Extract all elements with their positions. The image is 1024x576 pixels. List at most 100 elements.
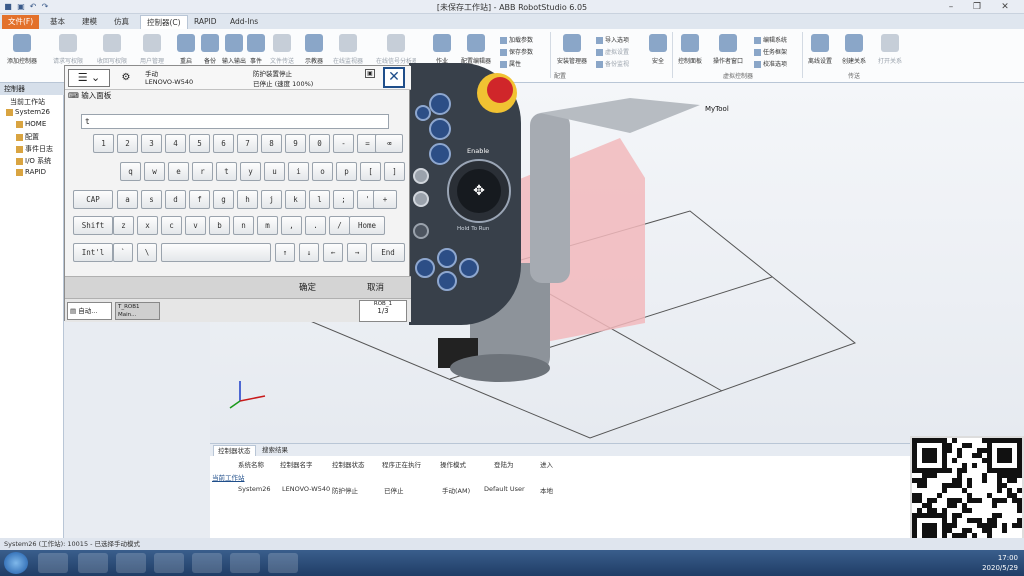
plus-key[interactable]: + xyxy=(373,190,397,209)
home-key[interactable]: Home xyxy=(349,216,385,235)
key-v[interactable]: v xyxy=(185,216,206,235)
hw-side-button-1[interactable] xyxy=(413,168,429,184)
open-relation-button[interactable]: 打开关系 xyxy=(870,32,910,72)
key-d[interactable]: d xyxy=(165,190,186,209)
clock[interactable]: 17:00 2020/5/29 xyxy=(982,553,1018,573)
up-arrow-key[interactable]: ↑ xyxy=(275,243,295,262)
task-trob1[interactable]: T_ROB1 Main... xyxy=(115,302,160,320)
joystick[interactable]: ✥ xyxy=(447,159,511,223)
key-b[interactable]: b xyxy=(209,216,230,235)
col-access[interactable]: 进入 xyxy=(540,459,553,469)
save-params-button[interactable]: 保存参数 xyxy=(500,47,533,57)
key-y[interactable]: y xyxy=(240,162,261,181)
tree-home[interactable]: HOME xyxy=(16,120,46,131)
key-q[interactable]: q xyxy=(120,162,141,181)
calibrate-button[interactable]: 校准选项 xyxy=(754,59,787,69)
backtick-key[interactable]: ` xyxy=(113,243,133,262)
key-x[interactable]: x xyxy=(137,216,158,235)
load-params-button[interactable]: 加载参数 xyxy=(500,35,533,45)
browser-app-icon[interactable] xyxy=(116,553,146,573)
key-3[interactable]: 3 xyxy=(141,134,162,153)
cancel-button[interactable]: 取消 xyxy=(343,277,408,299)
key-c[interactable]: c xyxy=(161,216,182,235)
tree-rapid[interactable]: RAPID xyxy=(16,168,46,179)
col-program-running[interactable]: 程序正在执行 xyxy=(382,459,421,469)
tree-event-log[interactable]: 事件日志 xyxy=(16,144,53,155)
down-arrow-key[interactable]: ↓ xyxy=(299,243,319,262)
restore-icon[interactable]: ❐ xyxy=(966,0,988,14)
tab-modeling[interactable]: 建模 xyxy=(76,15,103,29)
key-8[interactable]: 8 xyxy=(261,134,282,153)
key-f[interactable]: f xyxy=(189,190,210,209)
col-controller-status[interactable]: 控制器状态 xyxy=(332,459,365,469)
tab-simulation[interactable]: 仿真 xyxy=(108,15,135,29)
key-n[interactable]: n xyxy=(233,216,254,235)
task-auto[interactable]: ▤ 自动... xyxy=(67,302,112,320)
key-p[interactable]: p xyxy=(336,162,357,181)
hw-side-button-2[interactable] xyxy=(413,191,429,207)
virtual-settings-button[interactable]: 虚拟设置 xyxy=(596,47,629,57)
tree-current-station[interactable]: 当前工作站 xyxy=(10,97,45,108)
tab-file[interactable]: 文件(F) xyxy=(2,15,40,29)
key-9[interactable]: 9 xyxy=(285,134,306,153)
backup-monitor-button[interactable]: 备份监视 xyxy=(596,59,629,69)
col-controller-name[interactable]: 控制器名字 xyxy=(280,459,313,469)
minimize-icon[interactable]: – xyxy=(940,0,962,14)
key-m[interactable]: m xyxy=(257,216,278,235)
key-2[interactable]: 2 xyxy=(117,134,138,153)
key-6[interactable]: 6 xyxy=(213,134,234,153)
caps-key[interactable]: CAP xyxy=(73,190,113,209)
stop-icon[interactable] xyxy=(437,271,457,291)
key-w[interactable]: w xyxy=(144,162,165,181)
tab-search-results[interactable]: 搜索结果 xyxy=(258,445,292,456)
add-controller-button[interactable]: 添加控制器 xyxy=(2,32,42,72)
play-icon[interactable] xyxy=(437,248,457,268)
end-key[interactable]: End xyxy=(371,243,405,262)
menu-button[interactable]: ☰ ⌄ xyxy=(68,69,110,87)
key-i[interactable]: i xyxy=(288,162,309,181)
key-][interactable]: ] xyxy=(384,162,405,181)
control-panel-button[interactable]: 控制面板 xyxy=(670,32,710,72)
ok-button[interactable]: 确定 xyxy=(275,277,340,299)
right-arrow-key[interactable]: → xyxy=(347,243,367,262)
start-icon[interactable] xyxy=(4,552,28,574)
col-operating-mode[interactable]: 操作模式 xyxy=(440,459,466,469)
tab-addins[interactable]: Add-Ins xyxy=(224,15,264,29)
key-5[interactable]: 5 xyxy=(189,134,210,153)
edit-system-button[interactable]: 编辑系统 xyxy=(754,35,787,45)
key-;[interactable]: ; xyxy=(333,190,354,209)
key-e[interactable]: e xyxy=(168,162,189,181)
key-4[interactable]: 4 xyxy=(165,134,186,153)
hw-button-3[interactable] xyxy=(415,105,431,121)
key-1[interactable]: 1 xyxy=(93,134,114,153)
pdf-app-icon[interactable] xyxy=(38,553,68,573)
hw-side-button-3[interactable] xyxy=(413,223,429,239)
text-input[interactable]: t xyxy=(81,114,389,129)
key-/[interactable]: / xyxy=(329,216,350,235)
create-relation-button[interactable]: 创建关系 xyxy=(834,32,874,72)
tab-rapid[interactable]: RAPID xyxy=(188,15,223,29)
key--[interactable]: - xyxy=(333,134,354,153)
emergency-stop-button[interactable] xyxy=(487,77,513,103)
step-forward-icon[interactable] xyxy=(459,258,479,278)
tree-system[interactable]: System26 xyxy=(6,108,50,119)
properties-button[interactable]: 属性 xyxy=(500,59,521,69)
hw-button-2[interactable] xyxy=(429,118,451,140)
col-logged-in-as[interactable]: 登陆为 xyxy=(494,459,514,469)
key-.[interactable]: . xyxy=(305,216,326,235)
robotstudio-app-icon[interactable] xyxy=(192,553,222,573)
key-l[interactable]: l xyxy=(309,190,330,209)
key-g[interactable]: g xyxy=(213,190,234,209)
folder-app-icon[interactable] xyxy=(230,553,260,573)
tab-controller[interactable]: 控制器(C) xyxy=(140,15,188,29)
key-0[interactable]: 0 xyxy=(309,134,330,153)
key-j[interactable]: j xyxy=(261,190,282,209)
quickset-button[interactable]: ROB_1 1/3 xyxy=(359,300,407,322)
close-icon[interactable]: ✕ xyxy=(994,0,1016,14)
hw-button-4[interactable] xyxy=(429,143,451,165)
installation-manager-button[interactable]: 安装管理器 xyxy=(552,32,592,72)
backspace-key[interactable]: ⌫ xyxy=(375,134,403,153)
key-z[interactable]: z xyxy=(113,216,134,235)
key-u[interactable]: u xyxy=(264,162,285,181)
key-7[interactable]: 7 xyxy=(237,134,258,153)
